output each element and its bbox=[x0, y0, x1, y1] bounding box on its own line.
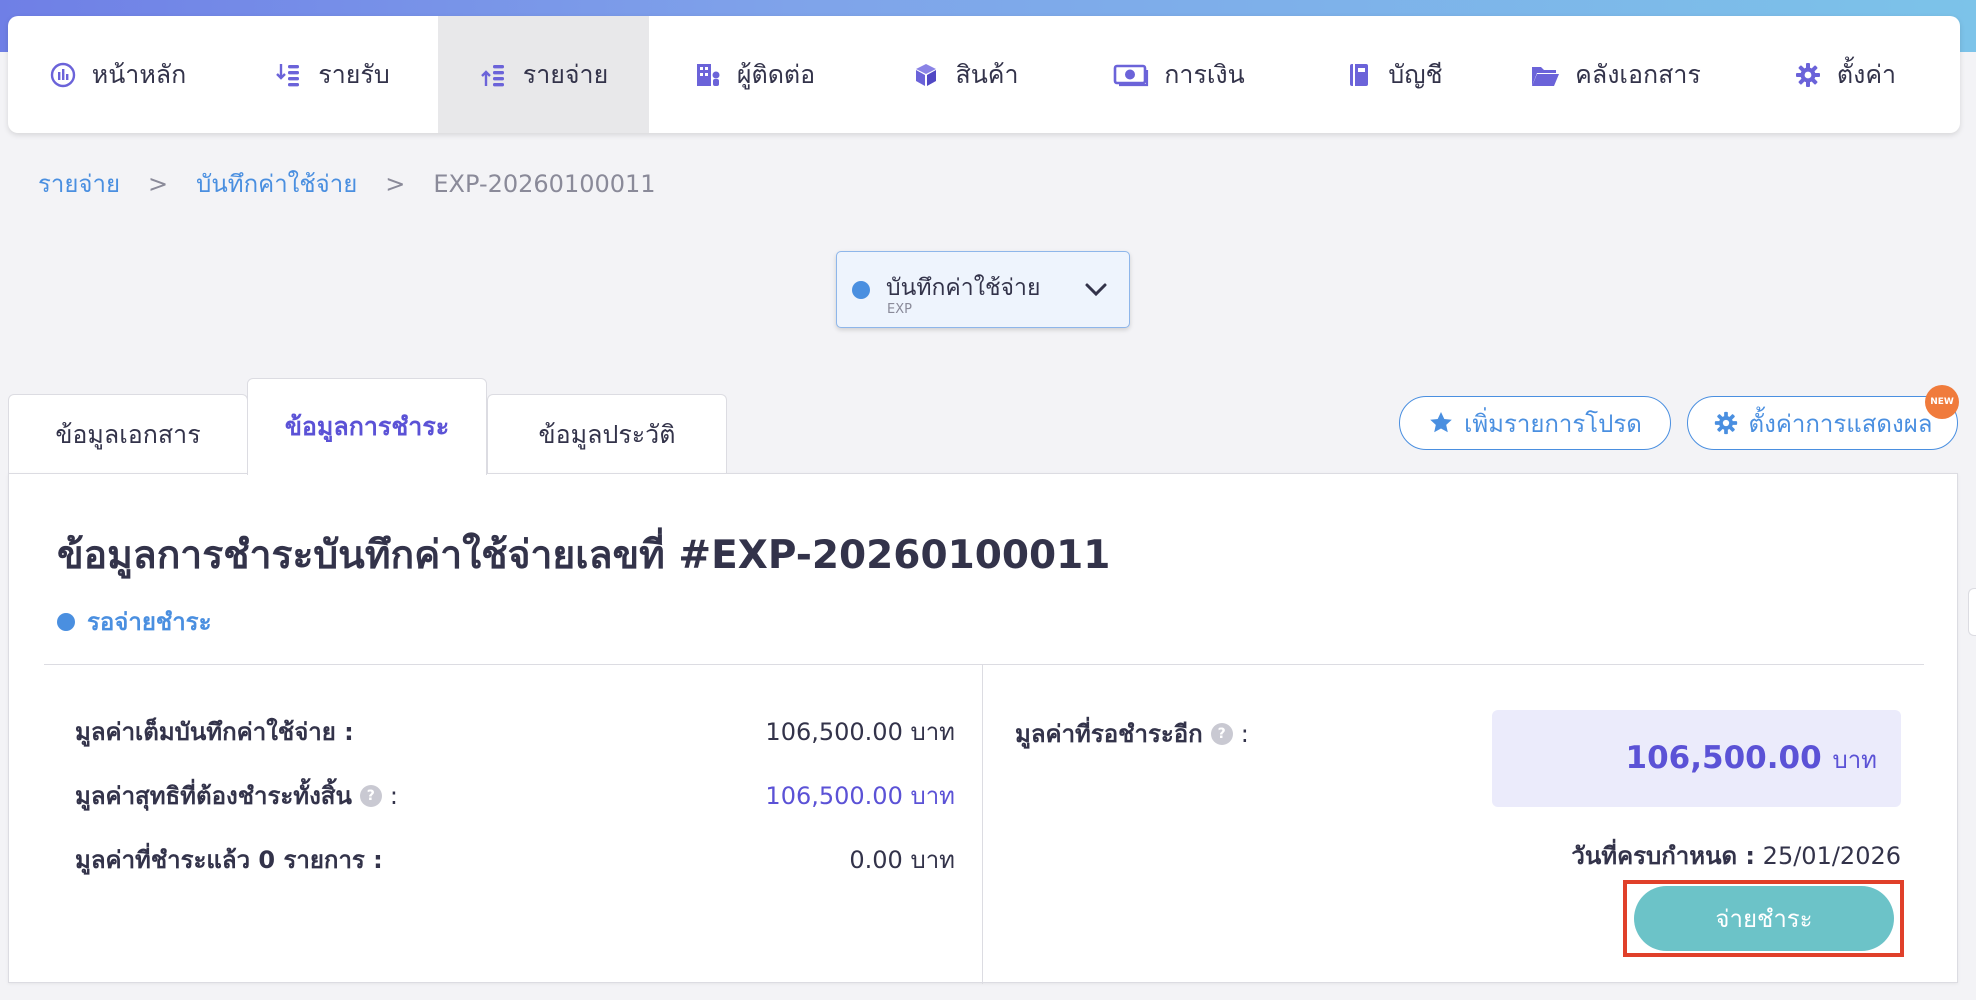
payment-info-panel: ข้อมูลการชำระบันทึกค่าใช้จ่ายเลขที่ #EXP… bbox=[8, 473, 1958, 984]
remaining-amount-box: 106,500.00 บาท bbox=[1492, 710, 1901, 807]
nav-label: บัญชี bbox=[1388, 59, 1443, 89]
breadcrumb-expense-record-link[interactable]: บันทึกค่าใช้จ่าย bbox=[196, 164, 357, 203]
tab-payment-info[interactable]: ข้อมูลการชำระ bbox=[247, 378, 487, 475]
pay-button-label: จ่ายชำระ bbox=[1715, 905, 1813, 933]
full-amount-label: มูลค่าเต็มบันทึกค่าใช้จ่าย : bbox=[75, 718, 354, 746]
remaining-amount-label-group: มูลค่าที่รอชำระอีก ? : bbox=[1015, 714, 1249, 753]
help-icon[interactable]: ? bbox=[1210, 722, 1233, 745]
due-date-label: วันที่ครบกำหนด : bbox=[1571, 842, 1756, 870]
money-icon bbox=[1112, 60, 1150, 90]
status-text: รอจ่ายชำระ bbox=[87, 608, 212, 636]
nav-item-income[interactable]: รายรับ bbox=[226, 16, 438, 133]
gear-icon bbox=[1714, 411, 1737, 435]
nav-item-home[interactable]: หน้าหลัก bbox=[8, 16, 226, 133]
breadcrumb: รายจ่าย > บันทึกค่าใช้จ่าย > EXP-2026010… bbox=[38, 164, 656, 203]
paid-amount-label: มูลค่าที่ชำระแล้ว 0 รายการ : bbox=[75, 846, 383, 874]
label-colon: : bbox=[1240, 719, 1249, 748]
star-icon bbox=[1430, 412, 1452, 433]
add-favorite-label: เพิ่มรายการโปรด bbox=[1464, 409, 1642, 438]
nav-label: การเงิน bbox=[1164, 59, 1245, 89]
net-amount-label-group: มูลค่าสุทธิที่ต้องชำระทั้งสิ้น ? : bbox=[75, 776, 398, 815]
remaining-amount-label: มูลค่าที่รอชำระอีก bbox=[1015, 720, 1203, 748]
nav-label: ตั้งค่า bbox=[1836, 59, 1897, 89]
add-favorite-button[interactable]: เพิ่มรายการโปรด bbox=[1399, 396, 1671, 450]
divider bbox=[44, 664, 1924, 665]
nav-item-documents[interactable]: คลังเอกสาร bbox=[1501, 16, 1729, 133]
nav-item-finance[interactable]: การเงิน bbox=[1071, 16, 1286, 133]
currency-unit: บาท bbox=[1832, 746, 1877, 774]
remaining-amount-value: 106,500.00 bbox=[1625, 740, 1822, 776]
side-panel-handle[interactable] bbox=[1968, 588, 1976, 636]
new-badge: NEW bbox=[1925, 385, 1959, 419]
paid-amount-value: 0.00 บาท bbox=[849, 846, 955, 874]
main-nav: หน้าหลัก รายรับ รายจ่าย ผู้ติดต่อ สินค้า… bbox=[8, 16, 1960, 133]
pay-button[interactable]: จ่ายชำระ bbox=[1634, 886, 1894, 951]
due-date-value: 25/01/2026 bbox=[1762, 842, 1901, 870]
net-amount-value: 106,500.00 บาท bbox=[765, 782, 955, 810]
display-settings-button[interactable]: ตั้งค่าการแสดงผล NEW bbox=[1687, 385, 1959, 450]
net-amount-label: มูลค่าสุทธิที่ต้องชำระทั้งสิ้น bbox=[75, 782, 352, 810]
breadcrumb-separator: > bbox=[148, 169, 169, 198]
nav-label: คลังเอกสาร bbox=[1575, 59, 1701, 89]
chevron-down-icon bbox=[1085, 283, 1107, 297]
net-amount-row: มูลค่าสุทธิที่ต้องชำระทั้งสิ้น ? : 106,5… bbox=[75, 776, 955, 815]
nav-label: ผู้ติดต่อ bbox=[736, 59, 816, 89]
dashboard-icon bbox=[48, 60, 78, 90]
nav-label: รายรับ bbox=[318, 59, 390, 89]
nav-item-expense[interactable]: รายจ่าย bbox=[438, 16, 649, 133]
nav-item-settings[interactable]: ตั้งค่า bbox=[1729, 16, 1960, 133]
due-date: วันที่ครบกำหนด : 25/01/2026 bbox=[1571, 836, 1901, 875]
document-type-select[interactable]: บันทึกค่าใช้จ่าย EXP bbox=[836, 251, 1130, 328]
gear-icon bbox=[1793, 60, 1823, 90]
remaining-amount-value-group: 106,500.00 บาท bbox=[1626, 740, 1877, 779]
help-icon[interactable]: ? bbox=[359, 784, 382, 807]
accounting-book-icon bbox=[1344, 60, 1374, 90]
contacts-icon bbox=[693, 60, 723, 90]
tab-label: ข้อมูลประวัติ bbox=[538, 419, 676, 449]
label-colon: : bbox=[389, 781, 398, 810]
document-type-code: EXP bbox=[887, 302, 912, 317]
divider bbox=[982, 664, 983, 984]
product-box-icon bbox=[911, 60, 941, 90]
status-dot bbox=[852, 281, 870, 299]
nav-label: หน้าหลัก bbox=[91, 59, 187, 89]
income-icon bbox=[274, 60, 304, 90]
display-settings-label: ตั้งค่าการแสดงผล bbox=[1748, 409, 1933, 438]
breadcrumb-current: EXP-20260100011 bbox=[433, 169, 656, 198]
page-title: ข้อมูลการชำระบันทึกค่าใช้จ่ายเลขที่ #EXP… bbox=[57, 533, 1111, 578]
status-badge: รอจ่ายชำระ bbox=[57, 602, 211, 641]
tab-label: ข้อมูลเอกสาร bbox=[55, 419, 201, 449]
tab-document-info[interactable]: ข้อมูลเอกสาร bbox=[8, 394, 248, 474]
nav-item-contacts[interactable]: ผู้ติดต่อ bbox=[649, 16, 859, 133]
breadcrumb-expense-link[interactable]: รายจ่าย bbox=[38, 164, 120, 203]
status-dot bbox=[57, 612, 75, 631]
nav-item-products[interactable]: สินค้า bbox=[859, 16, 1071, 133]
breadcrumb-separator: > bbox=[385, 169, 406, 198]
full-amount-row: มูลค่าเต็มบันทึกค่าใช้จ่าย : 106,500.00 … bbox=[75, 712, 955, 751]
nav-label: สินค้า bbox=[955, 59, 1019, 89]
tab-history-info[interactable]: ข้อมูลประวัติ bbox=[487, 394, 727, 474]
document-type-label: บันทึกค่าใช้จ่าย bbox=[886, 275, 1041, 301]
tab-label: ข้อมูลการชำระ bbox=[284, 412, 450, 441]
nav-label: รายจ่าย bbox=[522, 59, 609, 89]
expense-icon bbox=[479, 60, 509, 90]
paid-amount-row: มูลค่าที่ชำระแล้ว 0 รายการ : 0.00 บาท bbox=[75, 840, 955, 879]
nav-item-accounting[interactable]: บัญชี bbox=[1286, 16, 1501, 133]
folder-icon bbox=[1529, 60, 1561, 90]
full-amount-value: 106,500.00 บาท bbox=[765, 718, 955, 746]
